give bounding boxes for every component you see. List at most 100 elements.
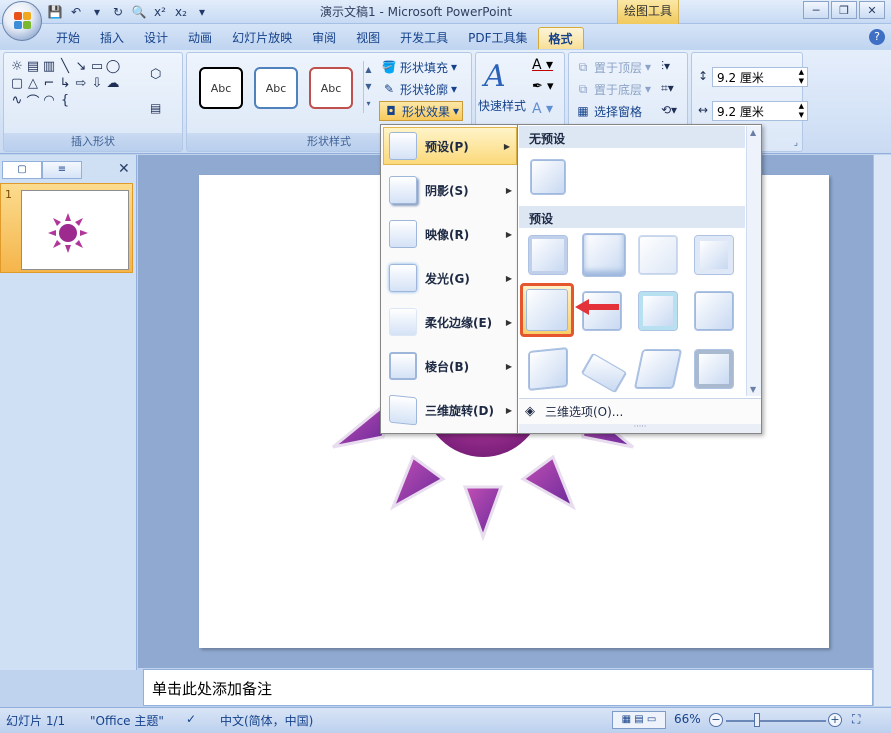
undo-icon[interactable]: ↶	[67, 3, 85, 21]
tab-4[interactable]: 幻灯片放映	[222, 27, 302, 49]
print-preview-icon[interactable]: 🔍	[130, 3, 148, 21]
send-to-back-button[interactable]: ⧉ 置于底层 ▾	[575, 79, 651, 99]
text-fill-icon[interactable]: A ▾	[532, 57, 553, 73]
menu-item-reflection[interactable]: 映像(R) ▶	[384, 215, 518, 253]
tab-5[interactable]: 审阅	[302, 27, 346, 49]
brace-icon[interactable]: {	[58, 93, 72, 108]
right-arrow-icon[interactable]: ⇨	[74, 76, 88, 91]
shapes-gallery[interactable]: ☼ ▤ ▥ ╲ ↘ ▭ ◯ ▢ △ ⌐ ↳ ⇨ ⇩ ☁ ∿ ⌒ ◠ {	[10, 59, 134, 110]
oval-icon[interactable]: ◯	[106, 59, 121, 74]
vertical-scrollbar[interactable]	[873, 155, 891, 706]
preset-1[interactable]	[528, 235, 568, 275]
text-outline-icon[interactable]: ✒ ▾	[532, 79, 554, 94]
group-objects-icon[interactable]: ⌗▾	[661, 81, 674, 96]
zoom-in-button[interactable]: +	[828, 713, 842, 727]
width-input[interactable]: 9.2 厘米 ▲ ▼	[712, 101, 808, 121]
rectangle-icon[interactable]: ▭	[90, 59, 104, 74]
quick-styles-button[interactable]: 快速样式	[478, 97, 526, 114]
slide-thumbnail[interactable]	[21, 190, 129, 270]
sun-shape-icon[interactable]: ☼	[10, 59, 24, 74]
style-preset-black[interactable]: Abc	[199, 67, 243, 109]
close-pane-icon[interactable]: ✕	[118, 161, 130, 177]
menu-item-soft-edges[interactable]: 柔化边缘(E) ▶	[384, 303, 518, 341]
vertical-textbox-icon[interactable]: ▥	[42, 59, 56, 74]
arrow-line-icon[interactable]: ↘	[74, 59, 88, 74]
size-dialog-launcher-icon[interactable]: ⌟	[794, 138, 798, 148]
theme-name[interactable]: "Office 主题"	[90, 712, 164, 729]
preset-5-selected[interactable]	[520, 283, 574, 337]
arc-icon[interactable]: ⌒	[26, 93, 40, 110]
slide-thumbnail-selected[interactable]: 1	[0, 183, 133, 273]
notes-pane[interactable]: 单击此处添加备注	[143, 669, 873, 706]
repeat-icon[interactable]: ↻	[109, 3, 127, 21]
align-icon[interactable]: ⫶▾	[661, 59, 670, 74]
freeform-icon[interactable]: ◠	[42, 93, 56, 108]
rounded-rect-icon[interactable]: ▢	[10, 76, 24, 91]
width-spinner[interactable]: ▲ ▼	[799, 102, 804, 120]
height-input[interactable]: 9.2 厘米 ▲ ▼	[712, 67, 808, 87]
zoom-level[interactable]: 66%	[674, 712, 701, 726]
view-buttons[interactable]: ▦ ▤ ▭	[612, 711, 666, 729]
tab-6[interactable]: 视图	[346, 27, 390, 49]
tab-1[interactable]: 插入	[90, 27, 134, 49]
spellcheck-icon[interactable]: ✓	[186, 712, 196, 726]
style-preset-red[interactable]: Abc	[309, 67, 353, 109]
style-preset-blue[interactable]: Abc	[254, 67, 298, 109]
tab-8[interactable]: PDF工具集	[458, 27, 537, 49]
textbox-icon[interactable]: ▤	[26, 59, 40, 74]
preset-12[interactable]	[694, 349, 734, 389]
preset-3[interactable]	[638, 235, 678, 275]
preset-11[interactable]	[633, 349, 683, 389]
menu-item-bevel[interactable]: 棱台(B) ▶	[384, 347, 518, 385]
down-arrow-icon[interactable]: ⇩	[90, 76, 104, 91]
preset-none[interactable]	[530, 159, 566, 195]
tab-9[interactable]: 格式	[537, 27, 584, 49]
dropdown-icon[interactable]: ▾	[88, 3, 106, 21]
rotate-icon[interactable]: ⟲▾	[661, 103, 677, 117]
tab-outline[interactable]: ≡	[42, 161, 82, 179]
subscript-icon[interactable]: x₂	[172, 3, 190, 21]
selection-pane-button[interactable]: ▦ 选择窗格	[575, 101, 642, 121]
elbow-connector2-icon[interactable]: ↳	[58, 76, 72, 91]
scroll-up-icon[interactable]: ▲	[750, 128, 756, 137]
close-button[interactable]: ✕	[859, 1, 885, 19]
save-icon[interactable]: 💾	[46, 3, 64, 21]
fit-to-window-icon[interactable]: ⛶	[852, 712, 860, 727]
preset-10[interactable]	[580, 352, 628, 394]
menu-item-3d-rotation[interactable]: 三维旋转(D) ▶	[384, 391, 518, 429]
text-effects-icon[interactable]: A ▾	[532, 101, 553, 117]
help-icon[interactable]: ?	[869, 29, 885, 45]
menu-item-shadow[interactable]: 阴影(S) ▶	[384, 171, 518, 209]
tab-2[interactable]: 设计	[134, 27, 178, 49]
cloud-icon[interactable]: ☁	[106, 76, 120, 91]
shape-effects-button[interactable]: ◘ 形状效果 ▾	[379, 101, 464, 121]
tab-7[interactable]: 开发工具	[390, 27, 458, 49]
tab-0[interactable]: 开始	[46, 27, 90, 49]
restore-button[interactable]: ❐	[831, 1, 857, 19]
preset-2[interactable]	[582, 233, 626, 277]
curve-icon[interactable]: ∿	[10, 93, 24, 108]
tab-3[interactable]: 动画	[178, 27, 222, 49]
shape-fill-button[interactable]: 🪣 形状填充 ▾	[381, 57, 458, 77]
office-button[interactable]	[2, 1, 42, 41]
preset-8[interactable]	[694, 291, 734, 331]
superscript-icon[interactable]: x²	[151, 3, 169, 21]
preset-scrollbar[interactable]: ▲ ▼	[746, 126, 761, 396]
preset-4[interactable]	[694, 235, 734, 275]
tab-slides[interactable]: ▢	[2, 161, 42, 179]
customize-qat-icon[interactable]: ▾	[193, 3, 211, 21]
bring-to-front-button[interactable]: ⧉ 置于顶层 ▾	[575, 57, 651, 77]
menu-item-preset[interactable]: 预设(P) ▶	[383, 127, 517, 165]
shape-outline-button[interactable]: ✎ 形状轮廓 ▾	[381, 79, 457, 99]
3d-options-item[interactable]: ◈ 三维选项(O)...	[519, 398, 761, 424]
preset-7[interactable]	[638, 291, 678, 331]
scroll-down-icon[interactable]: ▼	[750, 385, 756, 394]
textbox-insert-icon[interactable]: ▤	[150, 101, 161, 115]
style-gallery-scroll[interactable]: ▲ ▼ ▾	[363, 61, 373, 113]
zoom-slider-thumb[interactable]	[754, 713, 760, 727]
triangle-icon[interactable]: △	[26, 76, 40, 91]
line-icon[interactable]: ╲	[58, 59, 72, 74]
language-indicator[interactable]: 中文(简体，中国)	[220, 712, 313, 729]
menu-item-glow[interactable]: 发光(G) ▶	[384, 259, 518, 297]
elbow-connector-icon[interactable]: ⌐	[42, 76, 56, 91]
